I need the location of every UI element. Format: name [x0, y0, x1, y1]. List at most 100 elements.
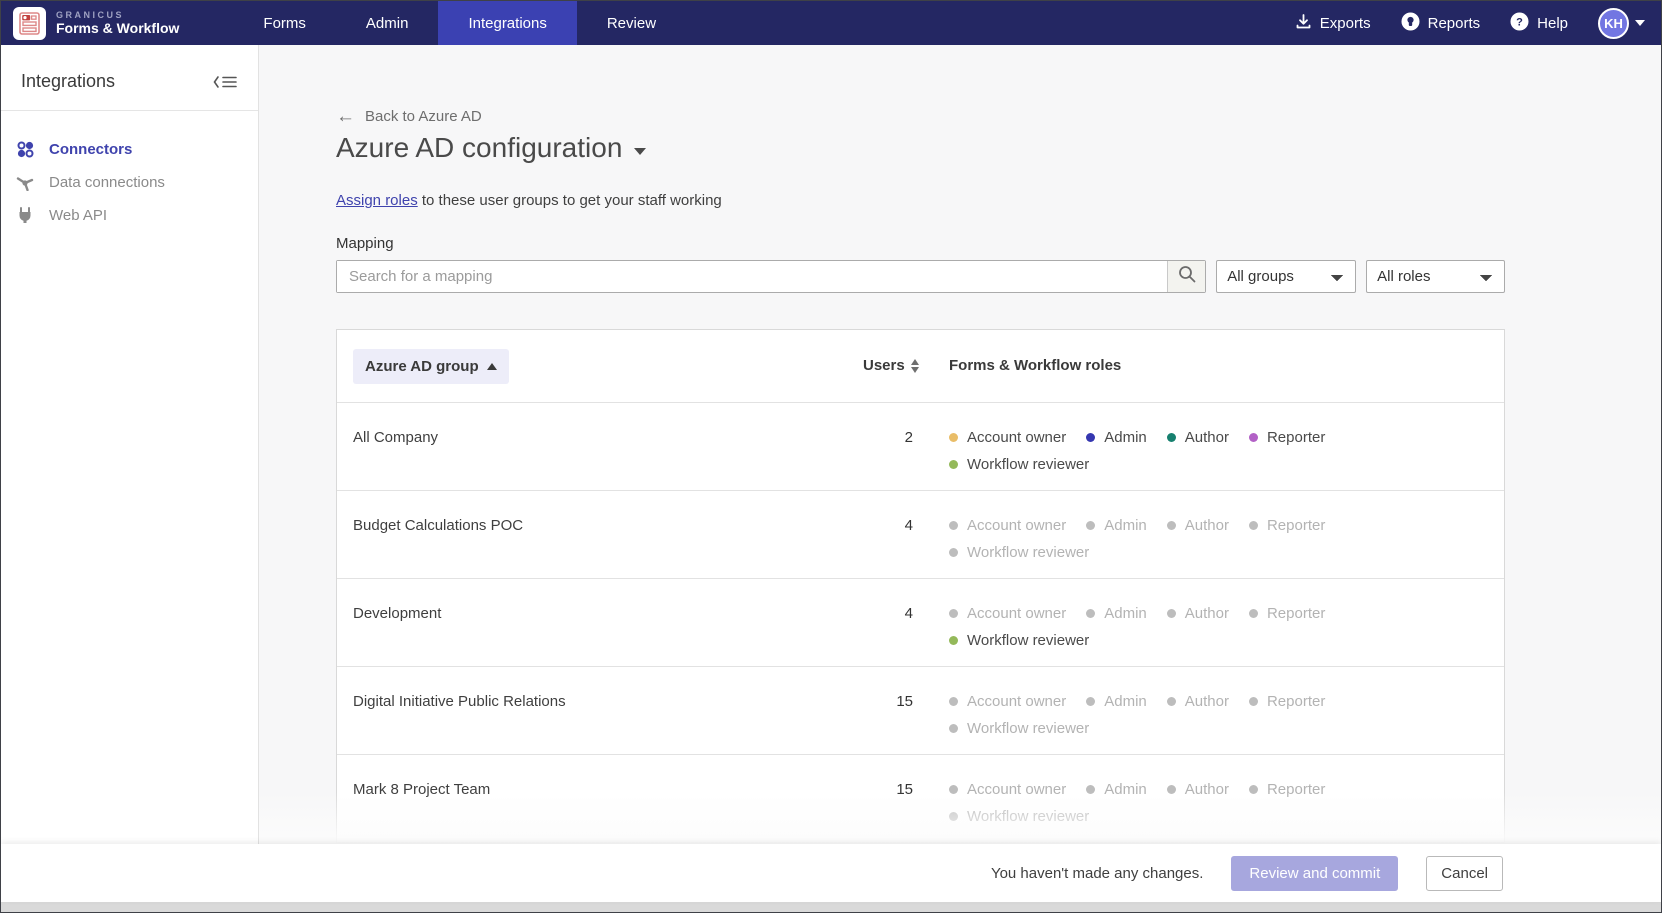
- reports-label: Reports: [1428, 15, 1481, 32]
- brand[interactable]: GRANICUS Forms & Workflow: [1, 1, 191, 45]
- granicus-logo-icon: [13, 7, 46, 40]
- reports-button[interactable]: Reports: [1401, 12, 1481, 35]
- exports-button[interactable]: Exports: [1295, 13, 1371, 34]
- data-connections-icon: [15, 175, 35, 191]
- roles-filter-select[interactable]: All roles: [1366, 260, 1505, 293]
- tab-forms[interactable]: Forms: [233, 1, 336, 45]
- role-label: Workflow reviewer: [967, 544, 1089, 561]
- role-chip[interactable]: Reporter: [1249, 429, 1325, 446]
- role-chip[interactable]: Author: [1167, 781, 1229, 798]
- svg-text:?: ?: [1516, 16, 1523, 28]
- role-label: Admin: [1104, 781, 1147, 798]
- table-body: All Company 2 Account ownerAdminAuthorRe…: [337, 402, 1504, 842]
- sidebar-title: Integrations: [21, 71, 115, 92]
- connectors-dots-icon: [15, 141, 35, 158]
- table-row: Mark 8 Project Team 15 Account owner Admi…: [337, 754, 1504, 842]
- role-chip[interactable]: Workflow reviewer: [949, 808, 1089, 825]
- search-button[interactable]: [1167, 261, 1205, 292]
- sidebar-item-label: Web API: [49, 207, 107, 224]
- group-name: Mark 8 Project Team: [353, 781, 490, 798]
- role-chip[interactable]: Admin: [1086, 781, 1147, 798]
- role-chip[interactable]: Workflow reviewer: [949, 632, 1089, 649]
- tab-review[interactable]: Review: [577, 1, 686, 45]
- role-dot-icon: [1167, 521, 1176, 530]
- role-dot-icon: [1249, 521, 1258, 530]
- role-chip[interactable]: Account owner: [949, 517, 1066, 534]
- groups-filter-select[interactable]: All groups: [1216, 260, 1356, 293]
- avatar[interactable]: KH: [1598, 8, 1629, 39]
- role-list: Account owner Admin Author Reporter Workflow…: [949, 517, 1429, 561]
- search-input[interactable]: [337, 261, 1167, 292]
- role-chip[interactable]: Admin: [1086, 517, 1147, 534]
- mapping-search: [336, 260, 1206, 293]
- role-chip[interactable]: Reporter: [1249, 693, 1325, 710]
- role-label: Author: [1185, 693, 1229, 710]
- role-chip[interactable]: Author: [1167, 605, 1229, 622]
- group-column-sort-button[interactable]: Azure AD group: [353, 349, 509, 384]
- sidebar-item-connectors[interactable]: Connectors: [1, 133, 258, 166]
- role-chip[interactable]: Workflow reviewer: [949, 720, 1089, 737]
- role-chip[interactable]: Workflow reviewer: [949, 456, 1089, 473]
- cancel-button[interactable]: Cancel: [1426, 856, 1503, 891]
- sidebar-item-data-connections[interactable]: Data connections: [1, 166, 258, 199]
- product-name: Forms & Workflow: [56, 20, 179, 36]
- role-chip[interactable]: Admin: [1086, 429, 1147, 446]
- role-dot-icon: [1249, 609, 1258, 618]
- role-dot-icon: [1086, 785, 1095, 794]
- users-count: 15: [896, 693, 913, 710]
- role-chip[interactable]: Account owner: [949, 429, 1066, 446]
- role-label: Workflow reviewer: [967, 720, 1089, 737]
- role-chip[interactable]: Account owner: [949, 693, 1066, 710]
- tab-integrations[interactable]: Integrations: [438, 1, 576, 45]
- download-icon: [1295, 13, 1312, 34]
- user-menu[interactable]: KH: [1598, 8, 1645, 39]
- role-chip[interactable]: Account owner: [949, 605, 1066, 622]
- sidebar-item-web-api[interactable]: Web API: [1, 199, 258, 232]
- group-name: Digital Initiative Public Relations: [353, 693, 566, 710]
- role-label: Author: [1185, 517, 1229, 534]
- group-column-header-cell: Azure AD group: [353, 349, 863, 384]
- users-column-sort-button[interactable]: Users: [863, 357, 919, 374]
- help-label: Help: [1537, 15, 1568, 32]
- review-and-commit-button[interactable]: Review and commit: [1231, 856, 1398, 891]
- users-count: 15: [896, 781, 913, 798]
- page-title-dropdown[interactable]: Azure AD configuration: [336, 132, 1505, 164]
- role-chip[interactable]: Reporter: [1249, 781, 1325, 798]
- role-dot-icon: [949, 697, 958, 706]
- role-chip[interactable]: Reporter: [1249, 605, 1325, 622]
- back-arrow-icon: ←: [336, 107, 355, 126]
- tab-admin[interactable]: Admin: [336, 1, 439, 45]
- role-chip[interactable]: Admin: [1086, 605, 1147, 622]
- role-dot-icon: [1167, 785, 1176, 794]
- role-label: Admin: [1104, 517, 1147, 534]
- group-name: All Company: [353, 429, 438, 446]
- back-link[interactable]: ← Back to Azure AD: [336, 107, 1505, 126]
- role-dot-icon: [1086, 433, 1095, 442]
- role-dot-icon: [949, 812, 958, 821]
- app-window: GRANICUS Forms & Workflow Forms Admin In…: [0, 0, 1662, 913]
- role-chip[interactable]: Account owner: [949, 781, 1066, 798]
- assign-roles-link[interactable]: Assign roles: [336, 192, 418, 209]
- role-label: Workflow reviewer: [967, 808, 1089, 825]
- sidebar-item-label: Connectors: [49, 141, 132, 158]
- changes-status-text: You haven't made any changes.: [991, 865, 1203, 882]
- role-chip[interactable]: Author: [1167, 429, 1229, 446]
- role-dot-icon: [949, 548, 958, 557]
- role-label: Reporter: [1267, 781, 1325, 798]
- sidebar-header: Integrations: [1, 45, 258, 111]
- role-chip[interactable]: Admin: [1086, 693, 1147, 710]
- role-label: Reporter: [1267, 605, 1325, 622]
- assign-roles-rest: to these user groups to get your staff w…: [418, 192, 722, 209]
- nav-tabs: Forms Admin Integrations Review: [233, 1, 686, 45]
- role-label: Account owner: [967, 517, 1066, 534]
- role-chip[interactable]: Author: [1167, 517, 1229, 534]
- plug-icon: [15, 207, 35, 224]
- help-button[interactable]: ? Help: [1510, 12, 1568, 35]
- role-chip[interactable]: Reporter: [1249, 517, 1325, 534]
- roles-column-header-cell: Forms & Workflow roles: [913, 357, 1488, 375]
- role-label: Reporter: [1267, 429, 1325, 446]
- role-chip[interactable]: Workflow reviewer: [949, 544, 1089, 561]
- role-chip[interactable]: Author: [1167, 693, 1229, 710]
- role-label: Admin: [1104, 693, 1147, 710]
- collapse-sidebar-icon[interactable]: [212, 74, 238, 90]
